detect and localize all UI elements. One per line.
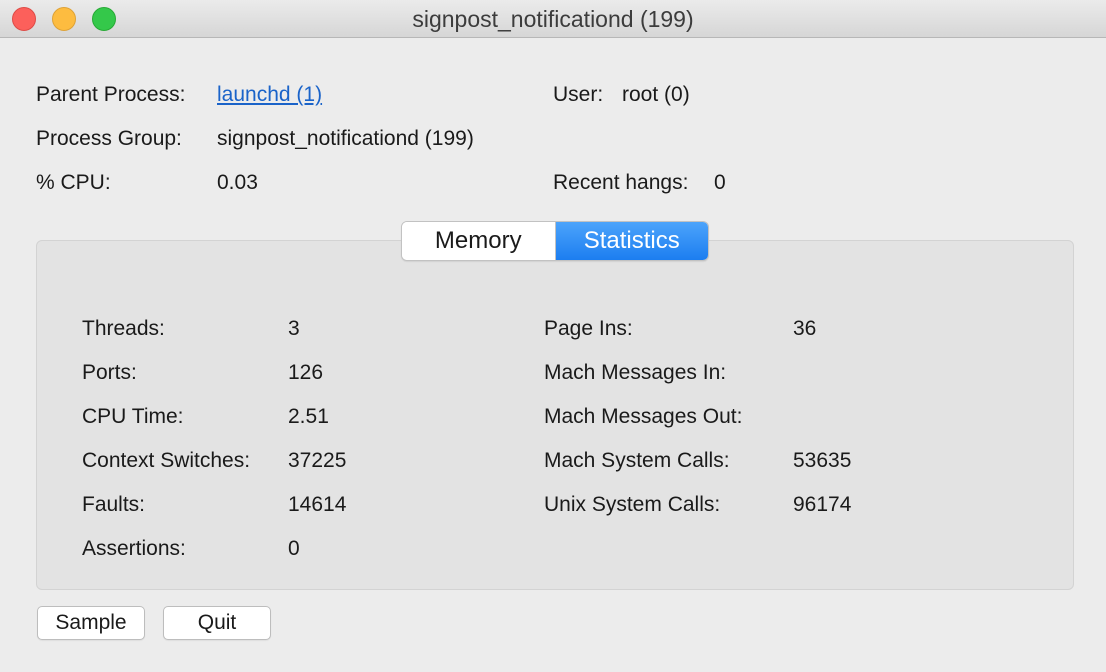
faults-label: Faults: — [82, 493, 146, 516]
mach-system-calls-label: Mach System Calls: — [544, 449, 730, 472]
window-title: signpost_notificationd (199) — [412, 6, 694, 32]
user-value: root (0) — [622, 83, 690, 106]
quit-button[interactable]: Quit — [163, 606, 271, 640]
recent-hangs-label: Recent hangs: — [553, 171, 689, 194]
threads-value: 3 — [288, 317, 300, 340]
parent-process-link[interactable]: launchd (1) — [217, 82, 322, 108]
threads-label: Threads: — [82, 317, 165, 340]
cpu-percent-value: 0.03 — [217, 171, 258, 194]
ports-value: 126 — [288, 361, 324, 384]
mach-system-calls-value: 53635 — [793, 449, 852, 472]
sample-button[interactable]: Sample — [37, 606, 145, 640]
context-switches-value: 37225 — [288, 449, 347, 472]
faults-value: 14614 — [288, 493, 347, 516]
assertions-label: Assertions: — [82, 537, 186, 560]
mach-messages-in-label: Mach Messages In: — [544, 361, 727, 384]
assertions-value: 0 — [288, 537, 300, 560]
tab-selector: Memory Statistics — [401, 221, 709, 261]
title-bar[interactable]: signpost_notificationd (199) — [0, 0, 1106, 38]
tab-statistics[interactable]: Statistics — [555, 222, 708, 260]
recent-hangs-value: 0 — [714, 171, 726, 194]
context-switches-label: Context Switches: — [82, 449, 251, 472]
tab-memory[interactable]: Memory — [402, 222, 556, 260]
process-group-value: signpost_notificationd (199) — [217, 127, 474, 150]
page-ins-label: Page Ins: — [544, 317, 633, 340]
unix-system-calls-value: 96174 — [793, 493, 852, 516]
user-label: User: — [553, 83, 604, 106]
parent-process-label: Parent Process: — [36, 83, 186, 106]
mach-messages-out-label: Mach Messages Out: — [544, 405, 743, 428]
cpu-time-value: 2.51 — [288, 405, 329, 428]
cpu-time-label: CPU Time: — [82, 405, 184, 428]
ports-label: Ports: — [82, 361, 137, 384]
process-group-label: Process Group: — [36, 127, 182, 150]
unix-system-calls-label: Unix System Calls: — [544, 493, 721, 516]
process-info-window: signpost_notificationd (199) Parent Proc… — [0, 0, 1106, 672]
page-ins-value: 36 — [793, 317, 817, 340]
cpu-percent-label: % CPU: — [36, 171, 111, 194]
